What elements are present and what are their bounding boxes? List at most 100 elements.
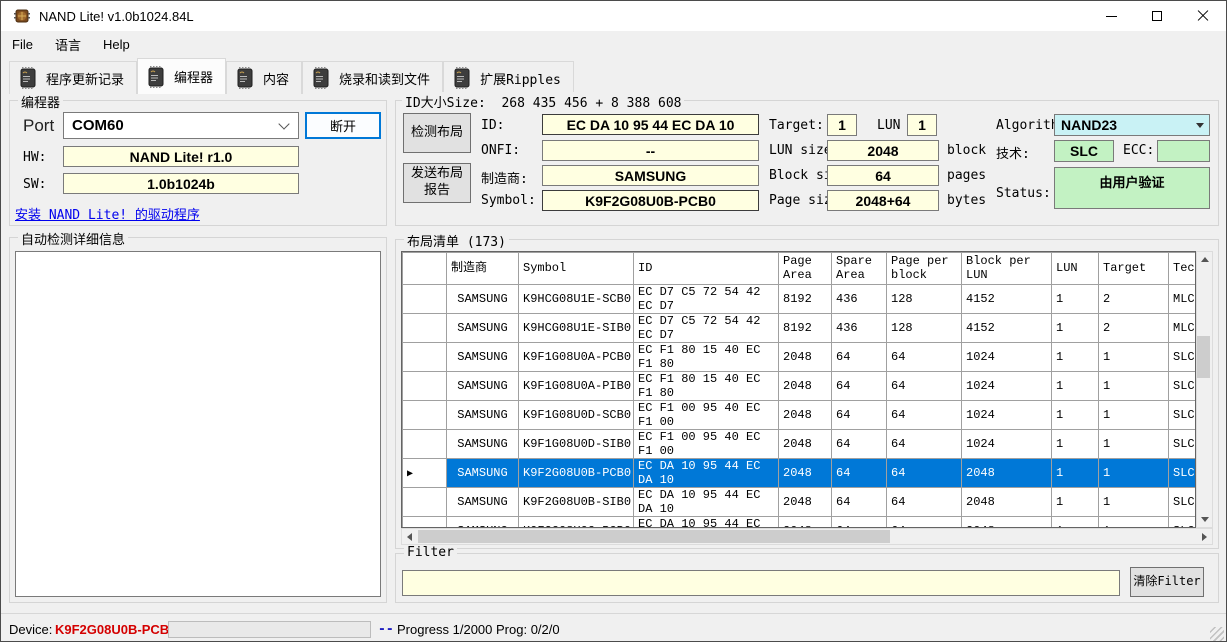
menu-language[interactable]: 语言 <box>44 31 92 58</box>
table-cell[interactable]: 2048 <box>961 487 1052 517</box>
table-cell[interactable]: 2 <box>1098 313 1169 343</box>
table-cell[interactable]: 1 <box>1051 458 1099 488</box>
table-cell[interactable]: K9HCG08U1E-SCB0 <box>518 284 634 314</box>
port-combobox[interactable]: COM60 <box>63 112 299 139</box>
table-cell[interactable]: K9F1G08U0D-SCB0 <box>518 400 634 430</box>
table-cell[interactable]: SLC <box>1168 516 1195 527</box>
column-header[interactable]: Page Area <box>778 252 832 285</box>
table-cell[interactable]: 2048 <box>778 487 832 517</box>
column-header[interactable] <box>402 252 447 285</box>
table-cell[interactable]: 2048 <box>778 429 832 459</box>
table-cell[interactable]: 4152 <box>961 313 1052 343</box>
table-cell[interactable]: 128 <box>886 313 962 343</box>
table-cell[interactable]: 1 <box>1098 458 1169 488</box>
table-cell[interactable]: 64 <box>831 371 887 401</box>
table-cell[interactable]: SAMSUNG <box>446 516 519 527</box>
table-cell[interactable]: 64 <box>831 458 887 488</box>
table-cell[interactable]: SLC <box>1168 400 1195 430</box>
table-cell[interactable]: 1 <box>1098 400 1169 430</box>
table-cell[interactable]: K9F1G08U0D-SIB0 <box>518 429 634 459</box>
table-cell[interactable]: 2048 <box>961 516 1052 527</box>
table-cell[interactable]: K9F2G08U0C-PCB0 <box>518 516 634 527</box>
table-cell[interactable]: SAMSUNG <box>446 429 519 459</box>
table-cell[interactable]: SAMSUNG <box>446 371 519 401</box>
tab-content[interactable]: 内容 <box>226 61 303 94</box>
row-selector-cell[interactable] <box>402 429 447 459</box>
table-cell[interactable]: 1 <box>1051 313 1099 343</box>
horizontal-scrollbar-thumb[interactable] <box>418 530 890 543</box>
table-cell[interactable]: 64 <box>886 487 962 517</box>
table-row[interactable]: SAMSUNG K9F1G08U0D-SIB0 EC F1 00 95 40 EC … <box>402 429 1195 459</box>
table-row[interactable]: SAMSUNG K9F1G08U0A-PCB0 EC F1 80 15 40 EC … <box>402 342 1195 372</box>
table-cell[interactable]: 64 <box>886 342 962 372</box>
column-header[interactable]: 制造商 <box>446 252 519 285</box>
row-selector-cell[interactable] <box>402 400 447 430</box>
tab-extend-ripples[interactable]: 扩展Ripples <box>443 61 574 94</box>
layout-table-viewport[interactable]: 制造商 Symbol ID Page Area Spare Area Page per b… <box>401 251 1196 528</box>
table-cell[interactable]: 2048 <box>778 458 832 488</box>
table-cell[interactable]: EC DA 10 95 44 EC DA 10 <box>633 458 779 488</box>
autodetect-log-box[interactable] <box>15 251 381 597</box>
table-cell[interactable]: 64 <box>886 516 962 527</box>
table-cell[interactable]: EC D7 C5 72 54 42 EC D7 <box>633 313 779 343</box>
table-row[interactable]: SAMSUNG K9F1G08U0D-SCB0 EC F1 00 95 40 EC … <box>402 400 1195 430</box>
table-cell[interactable]: 2048 <box>778 342 832 372</box>
scroll-right-icon[interactable] <box>1197 529 1212 544</box>
table-cell[interactable]: K9F2G08U0B-PCB0 <box>518 458 634 488</box>
table-cell[interactable]: 2048 <box>778 516 832 527</box>
table-cell[interactable]: EC F1 00 95 40 EC F1 00 <box>633 429 779 459</box>
table-row[interactable]: SAMSUNG K9HCG08U1E-SIB0 EC D7 C5 72 54 42 … <box>402 313 1195 343</box>
table-cell[interactable]: 1 <box>1098 371 1169 401</box>
table-row[interactable]: SAMSUNG K9F1G08U0A-PIB0 EC F1 80 15 40 EC … <box>402 371 1195 401</box>
table-row[interactable]: SAMSUNGK9F2G08U0C-PCB0EC DA 10 95 44 EC … <box>402 516 1195 527</box>
minimize-button[interactable] <box>1088 1 1134 31</box>
row-selector-cell[interactable] <box>402 284 447 314</box>
column-header[interactable]: Target <box>1098 252 1169 285</box>
column-header[interactable]: ID <box>633 252 779 285</box>
table-cell[interactable]: SAMSUNG <box>446 313 519 343</box>
table-cell[interactable]: 64 <box>831 429 887 459</box>
horizontal-scrollbar[interactable] <box>401 528 1213 545</box>
send-layout-report-button[interactable]: 发送布局 报告 <box>403 163 471 203</box>
menu-help[interactable]: Help <box>92 33 141 56</box>
table-cell[interactable]: 1 <box>1098 516 1169 527</box>
table-cell[interactable]: K9HCG08U1E-SIB0 <box>518 313 634 343</box>
close-button[interactable] <box>1180 1 1226 31</box>
menu-file[interactable]: File <box>1 33 44 56</box>
table-cell[interactable]: SAMSUNG <box>446 487 519 517</box>
scroll-left-icon[interactable] <box>402 529 417 544</box>
table-cell[interactable]: 64 <box>831 516 887 527</box>
table-cell[interactable]: SLC <box>1168 342 1195 372</box>
column-header[interactable]: Tech <box>1168 252 1195 285</box>
table-cell[interactable]: 64 <box>831 342 887 372</box>
scroll-up-icon[interactable] <box>1197 252 1212 267</box>
column-header[interactable]: Spare Area <box>831 252 887 285</box>
table-cell[interactable]: 1 <box>1051 487 1099 517</box>
tab-update-history[interactable]: 程序更新记录 <box>9 61 138 94</box>
tab-burn-read-file[interactable]: 烧录和读到文件 <box>302 61 444 94</box>
table-cell[interactable]: EC F1 80 15 40 EC F1 80 <box>633 371 779 401</box>
table-cell[interactable]: SLC <box>1168 371 1195 401</box>
table-cell[interactable]: 8192 <box>778 313 832 343</box>
clear-filter-button[interactable]: 清除Filter <box>1130 567 1204 597</box>
column-header[interactable]: Block per LUN <box>961 252 1052 285</box>
filter-input[interactable] <box>402 570 1120 596</box>
scroll-down-icon[interactable] <box>1197 512 1212 527</box>
table-cell[interactable]: 1 <box>1051 516 1099 527</box>
install-driver-link[interactable]: 安装 NAND Lite! 的驱动程序 <box>15 204 200 223</box>
vertical-scrollbar[interactable] <box>1196 251 1213 528</box>
table-cell[interactable]: SAMSUNG <box>446 458 519 488</box>
algorithm-combobox[interactable]: NAND23 <box>1054 114 1210 136</box>
table-row[interactable]: SAMSUNG K9HCG08U1E-SCB0 EC D7 C5 72 54 42 … <box>402 284 1195 314</box>
table-cell[interactable]: EC D7 C5 72 54 42 EC D7 <box>633 284 779 314</box>
table-cell[interactable]: 1 <box>1051 371 1099 401</box>
table-row[interactable]: SAMSUNG K9F2G08U0B-SIB0 EC DA 10 95 44 EC … <box>402 487 1195 517</box>
table-cell[interactable]: EC F1 00 95 40 EC F1 00 <box>633 400 779 430</box>
row-selector-cell[interactable] <box>402 313 447 343</box>
table-cell[interactable]: 64 <box>886 400 962 430</box>
table-cell[interactable]: EC F1 80 15 40 EC F1 80 <box>633 342 779 372</box>
table-cell[interactable]: SLC <box>1168 458 1195 488</box>
maximize-button[interactable] <box>1134 1 1180 31</box>
table-cell[interactable]: 64 <box>886 371 962 401</box>
row-selector-cell[interactable] <box>402 487 447 517</box>
